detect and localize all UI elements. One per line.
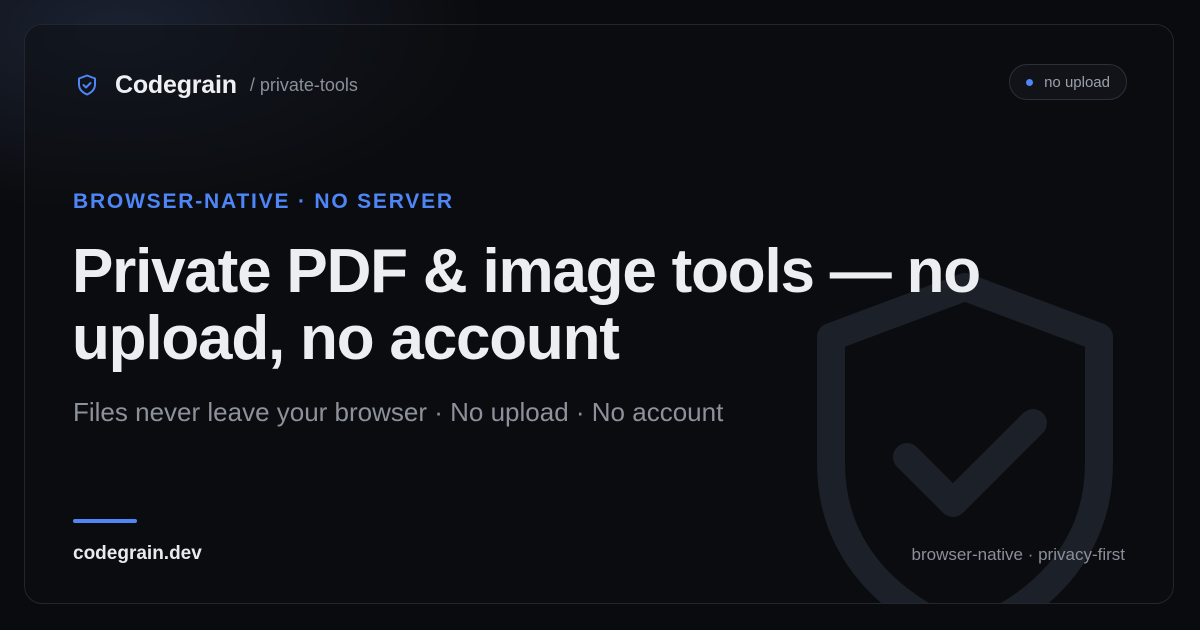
site-domain-link[interactable]: codegrain.dev	[73, 543, 202, 565]
footer-tagline: browser-native · privacy-first	[911, 545, 1126, 564]
page-subtitle: Files never leave your browser · No uplo…	[73, 397, 724, 427]
eyebrow-label: BROWSER-NATIVE · NO SERVER	[73, 190, 454, 213]
shield-check-icon	[75, 73, 99, 97]
status-dot	[1026, 78, 1034, 86]
page-title: Private PDF & image tools — no upload, n…	[72, 237, 981, 373]
social-card: Codegrain / private-tools no upload BROW…	[24, 24, 1174, 604]
breadcrumb-path: / private-tools	[249, 74, 358, 95]
no-upload-badge: no upload	[1009, 64, 1127, 100]
accent-divider	[73, 519, 137, 523]
badge-label: no upload	[1044, 73, 1110, 91]
brand[interactable]: Codegrain / private-tools	[75, 69, 358, 101]
brand-name: Codegrain	[115, 70, 237, 99]
